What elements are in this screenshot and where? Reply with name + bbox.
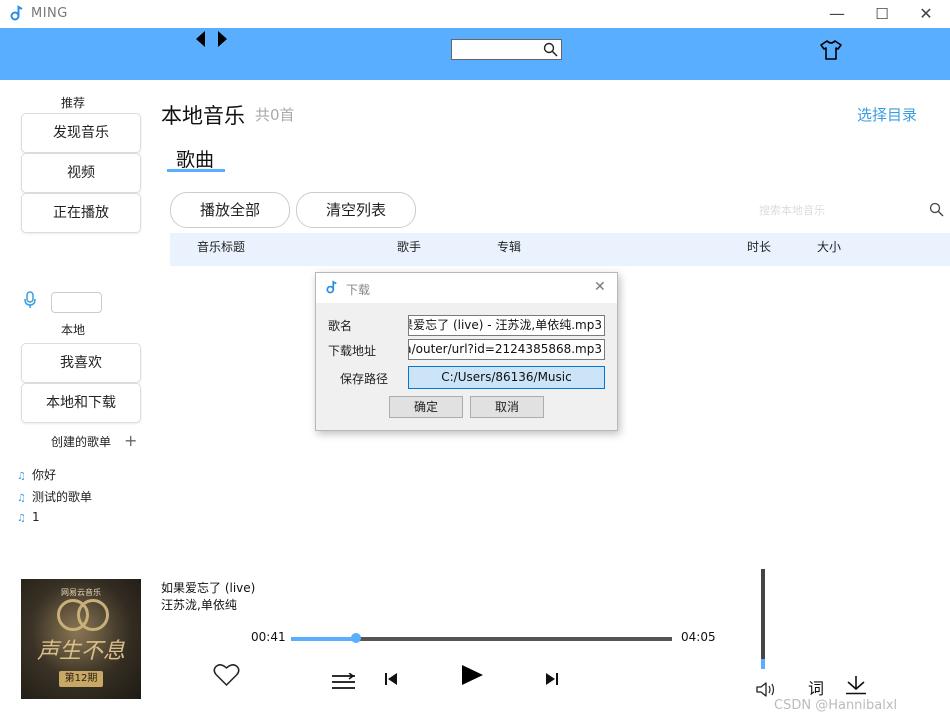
total-time: 04:05 (681, 630, 716, 644)
dialog-title: 下载 (346, 283, 371, 297)
discover-music-button[interactable]: 发现音乐 (21, 113, 141, 153)
play-all-button[interactable]: 播放全部 (170, 192, 290, 228)
song-count: 共0首 (255, 106, 295, 124)
volume-icon[interactable] (756, 681, 776, 698)
close-button[interactable]: ✕ (914, 4, 938, 24)
section-local: 本地 (61, 323, 86, 337)
title-bar: MING — ☐ ✕ (0, 0, 950, 28)
song-name-value: 果爱忘了 (live) - 汪苏泷,单依纯.mp3 (408, 318, 602, 332)
add-playlist-button[interactable]: + (124, 431, 137, 450)
back-arrow-icon[interactable] (196, 31, 205, 47)
song-name-label: 歌名 (328, 319, 353, 333)
playlist-label: 1 (31, 510, 40, 524)
column-size[interactable]: 大小 (817, 238, 841, 255)
previous-track-icon[interactable] (384, 672, 398, 686)
video-button[interactable]: 视频 (21, 153, 141, 193)
song-name-field[interactable]: 果爱忘了 (live) - 汪苏泷,单依纯.mp3 (408, 315, 605, 336)
column-album[interactable]: 专辑 (497, 238, 521, 255)
volume-fill (761, 659, 765, 669)
confirm-button[interactable]: 确定 (389, 396, 463, 418)
cover-title: 声生不息 (36, 639, 125, 664)
lyrics-button[interactable]: 词 (808, 675, 824, 699)
local-search-input[interactable]: 搜索本地音乐 (759, 202, 825, 218)
elapsed-time: 00:41 (251, 630, 286, 644)
playlist-item[interactable]: ♫ 你好 (17, 466, 56, 483)
maximize-button[interactable]: ☐ (870, 4, 894, 24)
progress-knob[interactable] (350, 633, 361, 643)
skin-shirt-icon[interactable] (820, 40, 842, 60)
album-cover[interactable]: 网易云音乐 声生不息 第12期 (21, 579, 141, 699)
cover-ring-right (77, 599, 109, 631)
download-url-field[interactable]: ia/outer/url?id=2124385868.mp3 (408, 339, 605, 360)
download-dialog: 下载 ✕ 歌名 果爱忘了 (live) - 汪苏泷,单依纯.mp3 下载地址 i… (315, 272, 618, 431)
playlist-icon: ♫ (17, 471, 26, 482)
search-input[interactable] (451, 39, 562, 60)
local-download-button[interactable]: 本地和下载 (21, 383, 141, 423)
playlist-label: 测试的歌单 (31, 490, 92, 504)
app-logo-icon (10, 5, 23, 21)
dialog-close-button[interactable]: ✕ (594, 279, 606, 295)
favorites-button[interactable]: 我喜欢 (21, 343, 141, 383)
column-duration[interactable]: 时长 (747, 238, 771, 255)
progress-fill (291, 637, 356, 641)
song-artist: 汪苏泷,单依纯 (161, 598, 237, 612)
section-recommend: 推荐 (61, 96, 86, 110)
app-title: MING (31, 6, 68, 21)
cancel-button[interactable]: 取消 (470, 396, 544, 418)
download-icon[interactable] (845, 675, 867, 695)
playlist-icon: ♫ (17, 493, 26, 504)
volume-slider[interactable] (761, 569, 765, 669)
watermark: CSDN @Hannibalxl (774, 698, 898, 713)
now-playing-button[interactable]: 正在播放 (21, 193, 141, 233)
column-artist[interactable]: 歌手 (397, 238, 421, 255)
song-title: 如果爱忘了 (live) (161, 581, 256, 595)
play-icon[interactable] (460, 664, 484, 686)
cover-brand: 网易云音乐 (61, 588, 101, 597)
playlist-icon: ♫ (17, 513, 26, 524)
column-title[interactable]: 音乐标题 (197, 238, 245, 255)
cover-episode: 第12期 (59, 671, 103, 687)
voice-input[interactable] (51, 292, 102, 313)
playlist-menu-icon[interactable] (332, 673, 355, 691)
playlist-item[interactable]: ♫ 1 (17, 510, 40, 524)
playlist-item[interactable]: ♫ 测试的歌单 (17, 488, 92, 505)
download-url-label: 下载地址 (328, 344, 377, 358)
clear-list-button[interactable]: 清空列表 (296, 192, 416, 228)
created-playlists-label: 创建的歌单 (51, 435, 112, 449)
forward-arrow-icon[interactable] (218, 31, 227, 47)
tab-underline (167, 169, 225, 172)
choose-directory-link[interactable]: 选择目录 (857, 104, 917, 125)
save-path-button[interactable]: C:/Users/86136/Music (408, 366, 605, 389)
dialog-logo-icon (326, 280, 337, 294)
tab-songs[interactable]: 歌曲 (176, 145, 214, 172)
playlist-label: 你好 (31, 468, 56, 482)
progress-track[interactable] (291, 633, 672, 643)
search-icon[interactable] (543, 42, 558, 57)
save-path-label: 保存路径 (340, 372, 389, 386)
dialog-title-bar: 下载 ✕ (316, 273, 617, 303)
like-heart-icon[interactable] (213, 663, 240, 687)
download-url-value: ia/outer/url?id=2124385868.mp3 (408, 342, 602, 356)
page-title: 本地音乐 (161, 104, 245, 128)
next-track-icon[interactable] (545, 672, 559, 686)
local-search-icon[interactable] (929, 202, 944, 217)
minimize-button[interactable]: — (825, 4, 849, 24)
microphone-icon[interactable] (23, 291, 37, 309)
